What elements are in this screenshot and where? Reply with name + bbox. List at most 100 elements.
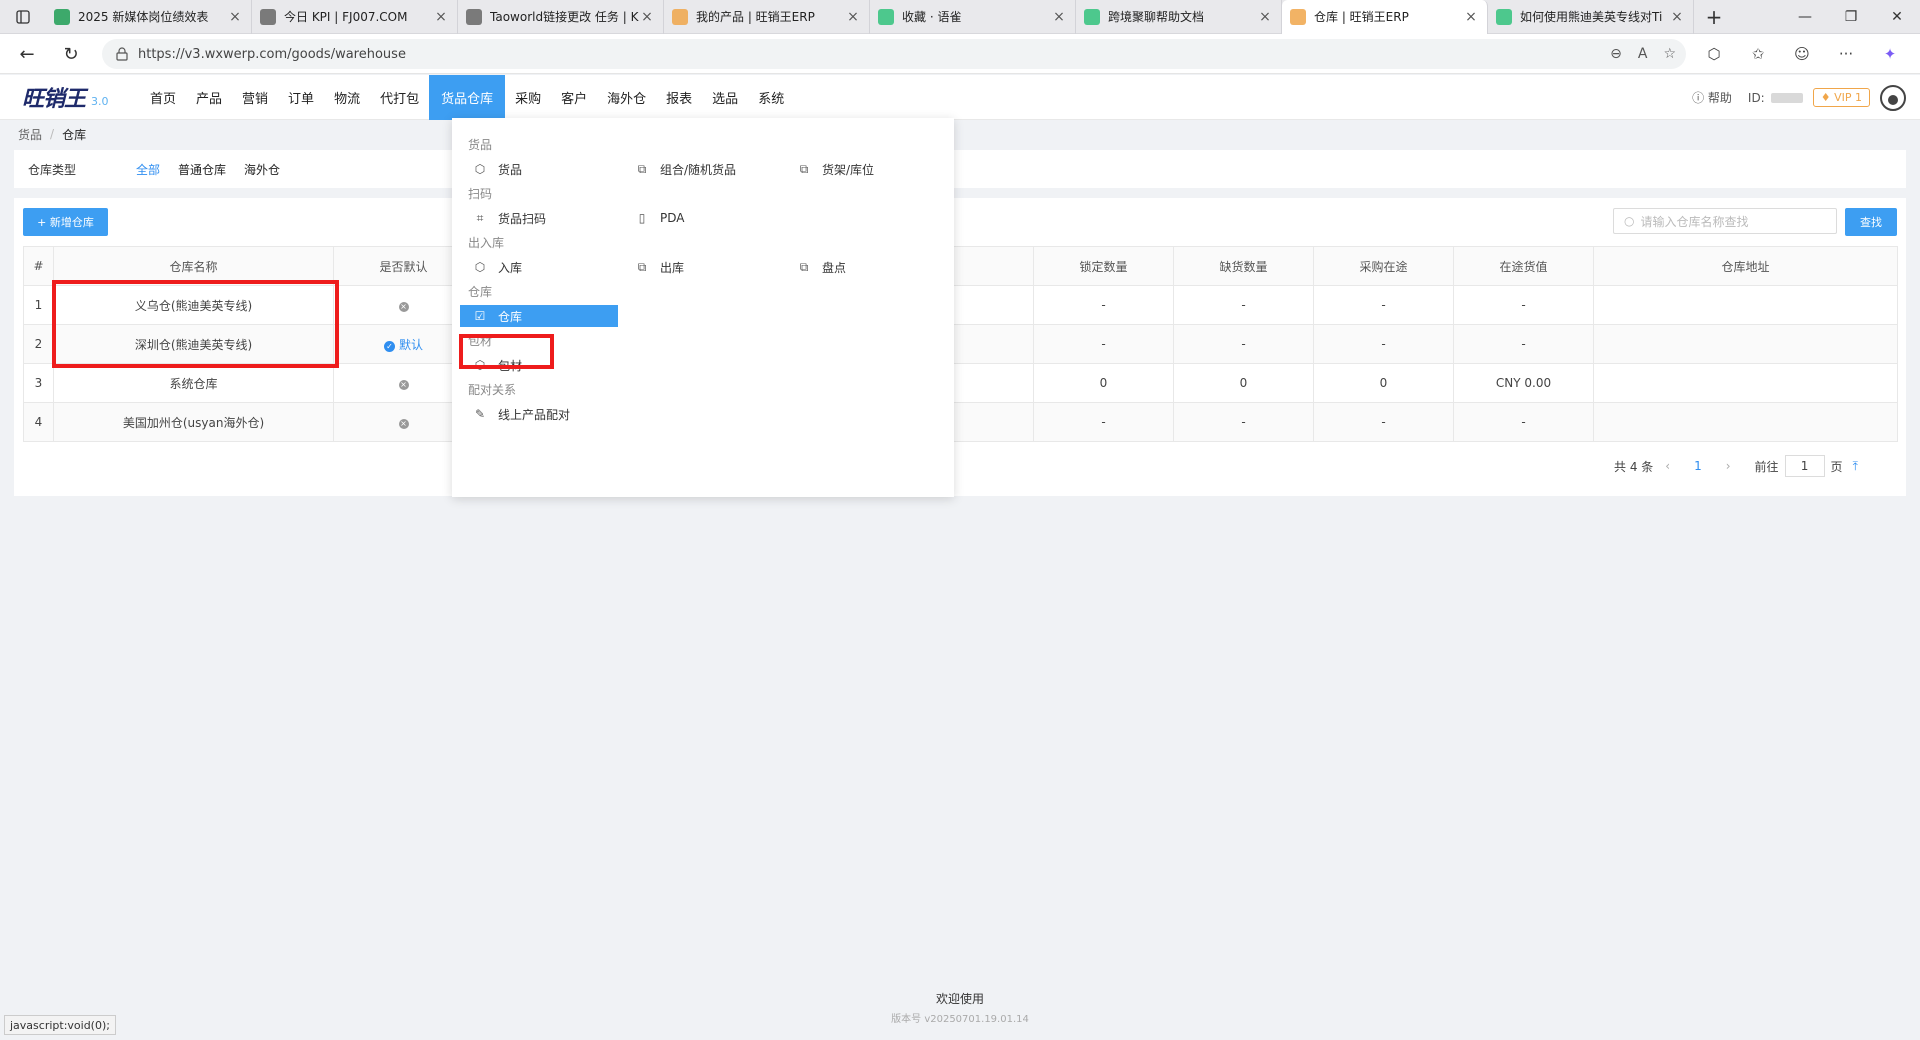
browser-tab-title: Taoworld链接更改 任务 | KP bbox=[490, 10, 639, 24]
search-input[interactable]: ○ 请输入仓库名称查找 bbox=[1613, 208, 1837, 234]
address-bar: ← ↻ https://v3.wxwerp.com/goods/warehous… bbox=[0, 34, 1920, 74]
browser-tab[interactable]: 如何使用熊迪美英专线对Ti × bbox=[1488, 0, 1694, 34]
nav-item[interactable]: 系统 bbox=[748, 75, 794, 120]
browser-tab-title: 如何使用熊迪美英专线对Ti bbox=[1520, 10, 1663, 24]
read-aloud-icon[interactable]: A bbox=[1638, 46, 1648, 62]
cell-locked: - bbox=[1033, 285, 1174, 325]
nav-item[interactable]: 采购 bbox=[505, 75, 551, 120]
cell-locked: - bbox=[1033, 324, 1174, 364]
set-default-icon[interactable]: × bbox=[398, 302, 409, 312]
user-avatar-icon[interactable] bbox=[1880, 84, 1906, 111]
copy-icon: ⧉ bbox=[799, 259, 809, 274]
nav-item[interactable]: 订单 bbox=[278, 75, 324, 120]
column-header: # bbox=[23, 246, 54, 286]
prev-page-icon[interactable]: ‹ bbox=[1665, 459, 1670, 473]
extensions-icon[interactable]: ⬡ bbox=[1694, 34, 1734, 74]
favorites-icon[interactable]: ✩ bbox=[1738, 34, 1778, 74]
page-jump-input[interactable]: 1 bbox=[1784, 455, 1825, 477]
url-field[interactable]: https://v3.wxwerp.com/goods/warehouse ⊖ … bbox=[102, 39, 1686, 69]
set-default-icon[interactable]: × bbox=[398, 380, 409, 390]
refresh-button[interactable]: ↻ bbox=[52, 34, 90, 74]
close-tab-icon[interactable]: × bbox=[845, 9, 861, 25]
menu-item[interactable]: ▯ PDA bbox=[634, 207, 685, 229]
menu-item[interactable]: ⧉ 出库 bbox=[634, 256, 684, 278]
menu-item[interactable]: ☑ 仓库 bbox=[460, 305, 618, 327]
browser-tab[interactable]: 收藏 · 语雀 × bbox=[870, 0, 1076, 34]
menu-item[interactable]: ✎ 线上产品配对 bbox=[472, 403, 570, 425]
tablet-icon: ▯ bbox=[638, 211, 646, 225]
close-tab-icon[interactable]: × bbox=[1257, 9, 1273, 25]
nav-item[interactable]: 代打包 bbox=[370, 75, 429, 120]
close-icon[interactable]: ✕ bbox=[1874, 0, 1920, 34]
warehouse-name[interactable]: 美国加州仓(usyan海外仓) bbox=[53, 402, 334, 442]
nav-item[interactable]: 产品 bbox=[186, 75, 232, 120]
help-link[interactable]: ⓘ 帮助 bbox=[1692, 89, 1732, 106]
nav-item[interactable]: 物流 bbox=[324, 75, 370, 120]
more-menu-icon[interactable]: ··· bbox=[1826, 34, 1866, 74]
menu-item[interactable]: ⬡ 入库 bbox=[472, 256, 522, 278]
browser-tab-active[interactable]: 仓库 | 旺销王ERP × bbox=[1282, 0, 1488, 34]
menu-item[interactable]: ⧉ 组合/随机货品 bbox=[634, 158, 736, 180]
favorite-star-icon[interactable]: ☆ bbox=[1663, 46, 1676, 62]
profile-avatar-icon[interactable]: ☺ bbox=[1782, 34, 1822, 74]
logo[interactable]: 旺销王 3.0 bbox=[0, 75, 140, 120]
sheet-icon bbox=[54, 8, 70, 25]
nav-item[interactable]: 首页 bbox=[140, 75, 186, 120]
filter-option-normal[interactable]: 普通仓库 bbox=[178, 161, 226, 178]
close-tab-icon[interactable]: × bbox=[639, 9, 655, 25]
filter-option-all[interactable]: 全部 bbox=[136, 161, 160, 178]
user-id-label: ID: bbox=[1747, 90, 1765, 105]
restore-icon[interactable]: ❐ bbox=[1828, 0, 1874, 34]
close-tab-icon[interactable]: × bbox=[433, 9, 449, 25]
vip-badge[interactable]: ♦ VIP 1 bbox=[1812, 88, 1870, 107]
browser-tab[interactable]: Taoworld链接更改 任务 | KP × bbox=[458, 0, 664, 34]
minimize-icon[interactable]: — bbox=[1782, 0, 1828, 34]
browser-tab-title: 今日 KPI | FJ007.COM bbox=[284, 10, 408, 24]
menu-item-label: PDA bbox=[660, 211, 685, 225]
copilot-icon[interactable]: ✦ bbox=[1870, 34, 1910, 74]
next-page-icon[interactable]: › bbox=[1726, 459, 1731, 473]
browser-tab[interactable]: 今日 KPI | FJ007.COM × bbox=[252, 0, 458, 34]
tab-actions-button[interactable] bbox=[0, 0, 46, 34]
filter-panel: 仓库类型 全部 普通仓库 海外仓 bbox=[14, 150, 1906, 188]
nav-item[interactable]: 选品 bbox=[702, 75, 748, 120]
back-to-top-icon[interactable]: ⤒ bbox=[1853, 459, 1858, 474]
warehouse-name[interactable]: 系统仓库 bbox=[53, 363, 334, 403]
menu-item[interactable]: ⌗ 货品扫码 bbox=[472, 207, 546, 229]
set-default-icon[interactable]: × bbox=[398, 419, 409, 429]
browser-tab[interactable]: 2025 新媒体岗位绩效表 × bbox=[46, 0, 252, 34]
globe-icon bbox=[466, 8, 482, 25]
main-nav: 首页 产品 营销 订单 物流 代打包 货品仓库 采购 客户 海外仓 报表 选品 系统 bbox=[140, 74, 794, 120]
lock-icon bbox=[116, 47, 128, 61]
menu-item[interactable]: ⧉ 盘点 bbox=[796, 256, 846, 278]
search-icon: ○ bbox=[1624, 214, 1635, 228]
page: 2025 新媒体岗位绩效表 × 今日 KPI | FJ007.COM × Taoworl… bbox=[0, 0, 1920, 1040]
nav-item[interactable]: 海外仓 bbox=[597, 75, 656, 120]
new-tab-button[interactable]: + bbox=[1694, 0, 1734, 34]
zoom-icon[interactable]: ⊖ bbox=[1610, 46, 1622, 62]
current-page[interactable]: 1 bbox=[1694, 459, 1702, 473]
close-tab-icon[interactable]: × bbox=[227, 9, 243, 25]
filter-option-overseas[interactable]: 海外仓 bbox=[244, 161, 280, 178]
nav-item[interactable]: 货品仓库 bbox=[429, 74, 506, 120]
sidebar-icon bbox=[16, 9, 30, 24]
nav-item[interactable]: 客户 bbox=[551, 75, 597, 120]
menu-section-title: 仓库 bbox=[468, 285, 493, 299]
close-tab-icon[interactable]: × bbox=[1463, 9, 1479, 25]
browser-tab[interactable]: 跨境聚聊帮助文档 × bbox=[1076, 0, 1282, 34]
breadcrumb-item[interactable]: 货品 bbox=[18, 126, 42, 143]
menu-item[interactable]: ⧉ 货架/库位 bbox=[796, 158, 874, 180]
default-badge[interactable]: ✓ 默认 bbox=[383, 338, 423, 352]
back-button[interactable]: ← bbox=[8, 34, 46, 74]
nav-item[interactable]: 营销 bbox=[232, 75, 278, 120]
nav-item[interactable]: 报表 bbox=[656, 75, 702, 120]
add-warehouse-button[interactable]: + 新增仓库 bbox=[23, 208, 108, 236]
close-tab-icon[interactable]: × bbox=[1669, 9, 1685, 25]
search-placeholder: 请输入仓库名称查找 bbox=[1640, 214, 1749, 229]
browser-tab[interactable]: 我的产品 | 旺销王ERP × bbox=[664, 0, 870, 34]
copy-icon: ⧉ bbox=[637, 161, 647, 176]
menu-item[interactable]: ⬡ 货品 bbox=[472, 158, 522, 180]
search-button[interactable]: 查找 bbox=[1845, 208, 1897, 236]
close-tab-icon[interactable]: × bbox=[1051, 9, 1067, 25]
cell-index: 3 bbox=[23, 363, 54, 403]
